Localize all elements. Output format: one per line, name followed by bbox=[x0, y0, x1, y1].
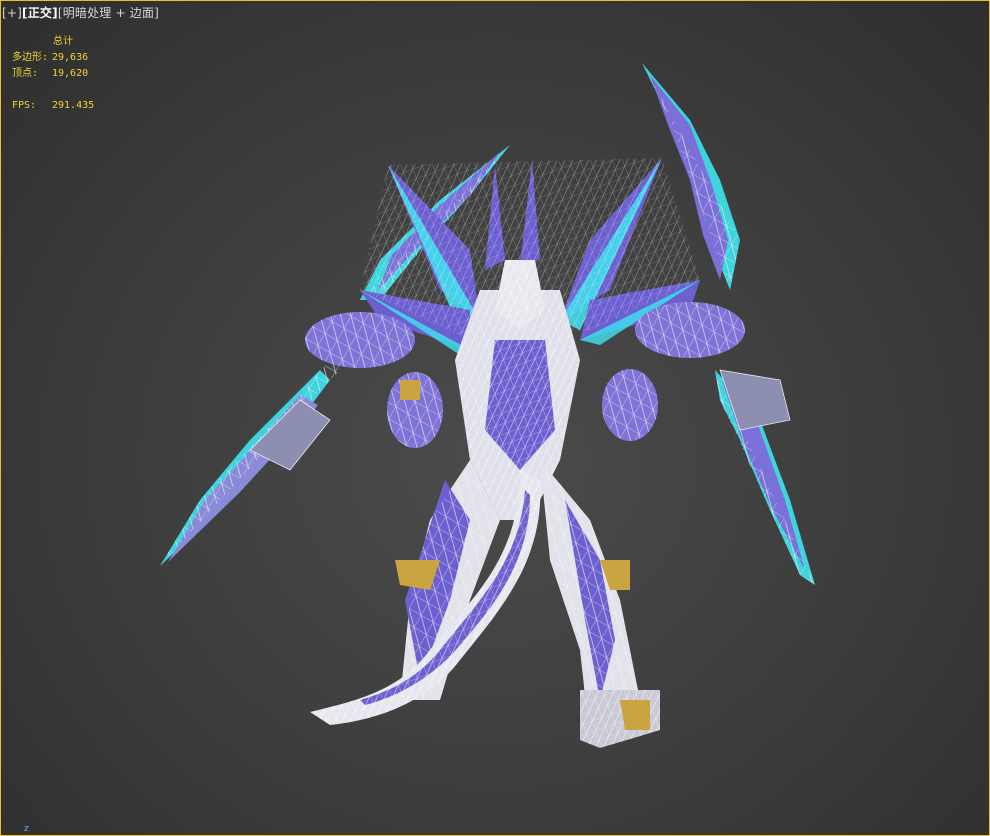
right-lower-blade bbox=[715, 369, 815, 585]
left-blade bbox=[160, 360, 345, 566]
axis-indicator: z bbox=[24, 824, 29, 834]
wireframe-model[interactable] bbox=[0, 0, 990, 836]
